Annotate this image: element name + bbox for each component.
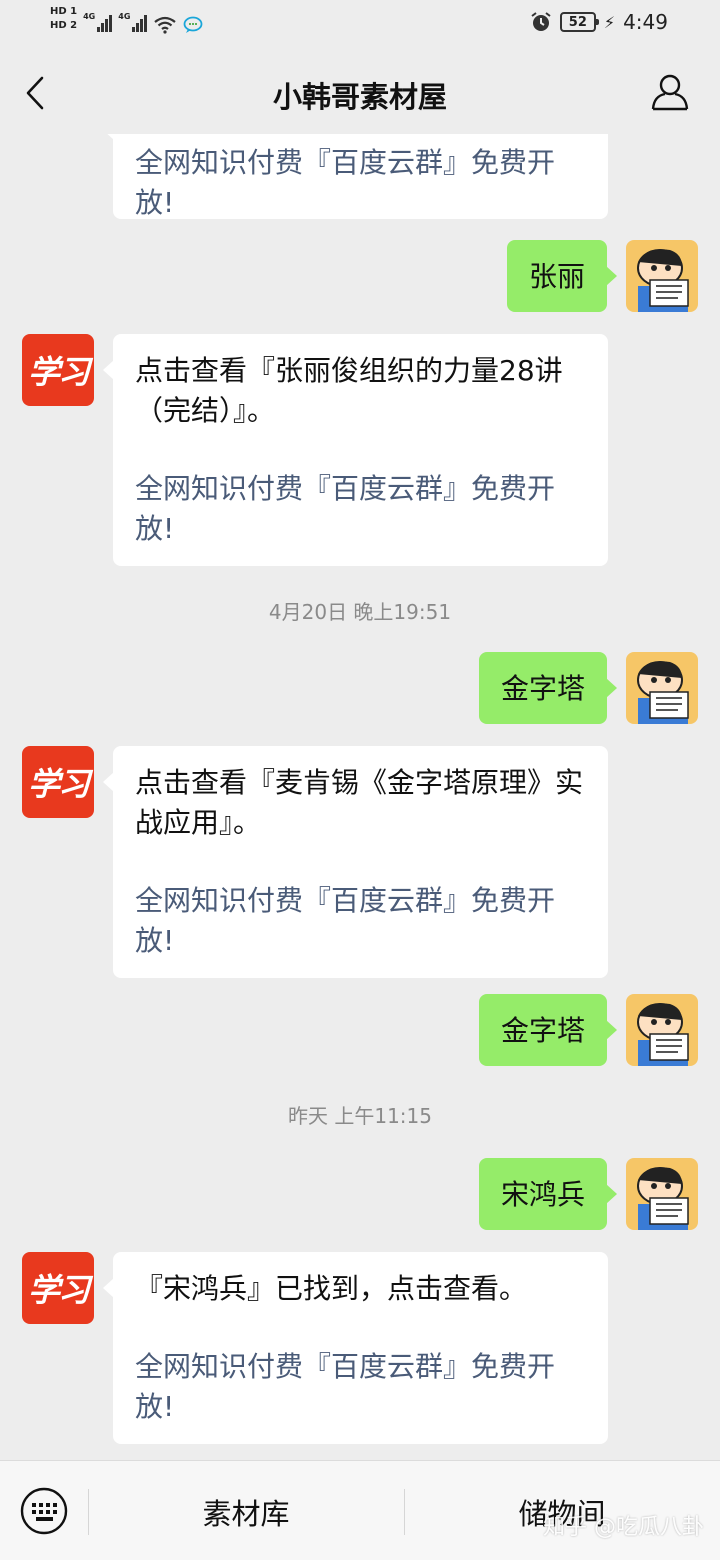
user-avatar[interactable] — [626, 652, 698, 724]
message-link[interactable]: 点击查看『张丽俊组织的力量28讲（完结）』。 — [135, 354, 563, 427]
user-avatar[interactable] — [626, 240, 698, 312]
charging-icon: ⚡ — [603, 12, 616, 32]
status-left: HD 1 HD 2 4G 4G — [50, 6, 203, 34]
network2-label: 4G — [118, 12, 131, 21]
cartoon-avatar-icon — [626, 994, 698, 1066]
message-notification-icon — [183, 16, 203, 33]
message-text: 全网知识付费『百度云群』免费开放! — [135, 146, 556, 219]
signal-icon-1: 4G — [83, 12, 113, 32]
outgoing-message-bubble[interactable]: 张丽 — [506, 240, 618, 312]
keyboard-toggle-icon[interactable] — [20, 1487, 68, 1535]
message-text-line2: 全网知识付费『百度云群』免费开放! — [135, 884, 556, 957]
user-avatar[interactable] — [626, 1158, 698, 1230]
incoming-message-bubble[interactable]: 点击查看『张丽俊组织的力量28讲（完结）』。 全网知识付费『百度云群』免费开放! — [103, 334, 608, 566]
chat-header: 小韩哥素材屋 — [0, 52, 720, 134]
message-text-line1: 点击查看『张丽俊组织的力量28讲（完结）』。 — [135, 351, 586, 431]
bot-avatar[interactable]: 学习 — [22, 1252, 94, 1324]
bot-logo-text: 学习 — [27, 765, 90, 803]
outgoing-message-bubble[interactable]: 金字塔 — [478, 994, 618, 1066]
bot-avatar[interactable]: 学习 — [22, 334, 94, 406]
bot-logo-text: 学习 — [27, 353, 90, 391]
signal-icon-2: 4G — [118, 12, 148, 32]
bot-avatar[interactable]: 学习 — [22, 746, 94, 818]
page-title: 小韩哥素材屋 — [272, 80, 447, 114]
status-right: 52 ⚡ 4:49 — [530, 10, 668, 34]
bottom-menu-bar: 素材库 储物间 知乎 @吃瓜八卦 — [0, 1460, 720, 1560]
incoming-message-bubble[interactable]: 全网知识付费『百度云群』免费开放! — [103, 134, 608, 219]
message-text-line1: 『宋鸿兵』已找到，点击查看。 — [135, 1269, 586, 1309]
sim2-badge: HD 2 — [50, 20, 78, 31]
menu-button-materials[interactable]: 素材库 — [88, 1491, 404, 1533]
message-text-line2: 全网知识付费『百度云群』免费开放! — [135, 1350, 556, 1423]
cartoon-avatar-icon — [626, 1158, 698, 1230]
timestamp: 4月20日 晚上19:51 — [268, 600, 452, 624]
outgoing-message-bubble[interactable]: 金字塔 — [478, 652, 618, 724]
bot-logo-text: 学习 — [27, 1271, 90, 1309]
message-text: 张丽 — [528, 260, 585, 293]
message-text: 金字塔 — [500, 672, 585, 705]
wifi-icon — [154, 16, 177, 34]
message-text-line2: 全网知识付费『百度云群』免费开放! — [135, 472, 556, 545]
battery-icon: 52 — [559, 12, 599, 32]
user-avatar[interactable] — [626, 994, 698, 1066]
incoming-message-bubble[interactable]: 点击查看『麦肯锡《金字塔原理》实战应用』。 全网知识付费『百度云群』免费开放! — [103, 746, 608, 978]
message-link[interactable]: 点击查看『麦肯锡《金字塔原理》实战应用』。 — [135, 766, 583, 839]
timestamp: 昨天 上午11:15 — [288, 1104, 432, 1128]
alarm-icon — [531, 12, 551, 31]
chat-messages[interactable]: 全网知识付费『百度云群』免费开放! 张丽 学习 点击查看『张丽俊组织的力量28讲… — [0, 134, 720, 1460]
status-bar: HD 1 HD 2 4G 4G 52 ⚡ 4:49 — [0, 0, 720, 52]
network1-label: 4G — [83, 12, 96, 21]
message-link[interactable]: 『宋鸿兵』已找到，点击查看。 — [135, 1272, 527, 1305]
sim-indicators: HD 1 HD 2 — [50, 6, 77, 32]
message-text-line1: 点击查看『麦肯锡《金字塔原理》实战应用』。 — [135, 763, 586, 843]
cartoon-avatar-icon — [626, 652, 698, 724]
outgoing-message-bubble[interactable]: 宋鸿兵 — [478, 1158, 618, 1230]
watermark: 知乎 @吃瓜八卦 — [543, 1515, 704, 1540]
sim1-badge: HD 1 — [50, 6, 78, 17]
profile-icon[interactable] — [650, 72, 690, 112]
clock: 4:49 — [623, 10, 668, 34]
message-text: 宋鸿兵 — [500, 1178, 585, 1211]
incoming-message-bubble[interactable]: 『宋鸿兵』已找到，点击查看。 全网知识付费『百度云群』免费开放! — [103, 1252, 608, 1444]
message-text: 金字塔 — [500, 1014, 585, 1047]
cartoon-avatar-icon — [626, 240, 698, 312]
